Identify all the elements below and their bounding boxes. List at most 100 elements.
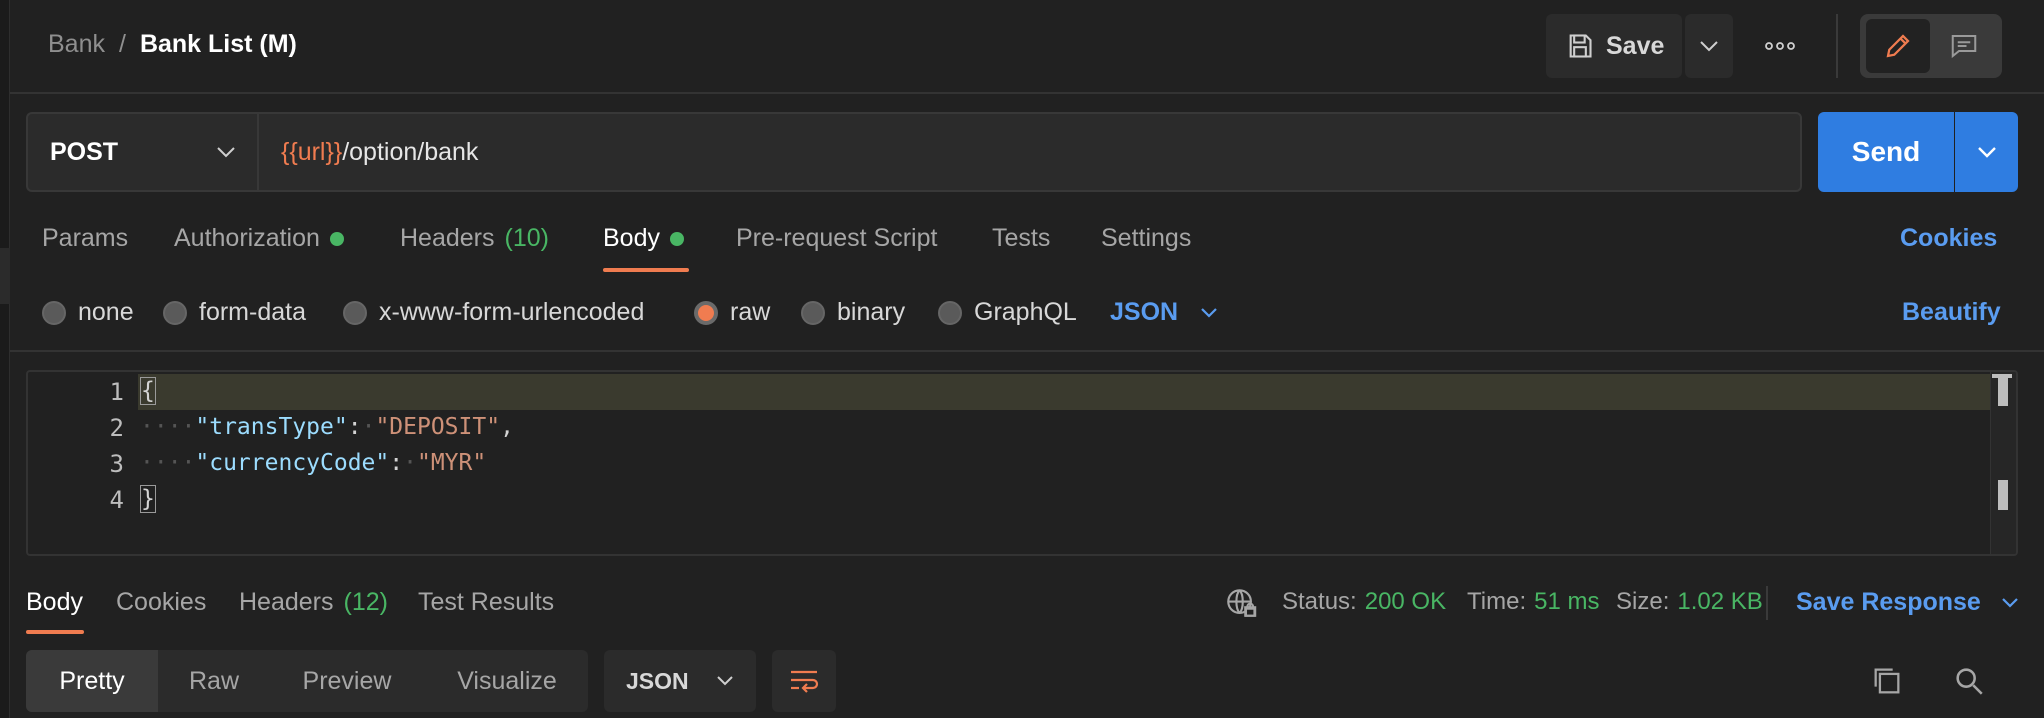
view-preview[interactable]: Preview [280, 650, 414, 712]
pencil-icon [1883, 31, 1913, 61]
radio-binary[interactable]: binary [801, 298, 905, 327]
radio-label: x-www-form-urlencoded [379, 298, 645, 326]
code-line: { [140, 377, 156, 405]
response-format-select[interactable]: JSON [604, 650, 756, 712]
toolbar-divider [1836, 14, 1838, 78]
more-options-button[interactable] [1760, 24, 1800, 68]
json-key: "transType" [195, 414, 348, 440]
save-dropdown-button[interactable] [1685, 14, 1733, 78]
tab-label: Test Results [418, 588, 555, 616]
comments-mode-button[interactable] [1932, 19, 1996, 73]
save-response-button[interactable]: Save Response [1796, 588, 2019, 617]
send-button[interactable]: Send [1818, 112, 1954, 192]
response-tab-test-results[interactable]: Test Results [418, 588, 554, 617]
json-colon: : [389, 450, 404, 476]
line-number: 3 [109, 450, 124, 478]
url-path: /option/bank [342, 137, 479, 166]
status-label: Status: [1282, 588, 1357, 615]
view-pretty[interactable]: Pretty [26, 650, 158, 712]
url-input[interactable]: {{url}}/option/bank [257, 112, 1802, 192]
tab-headers[interactable]: Headers (10) [400, 224, 549, 253]
tab-pre-request-script[interactable]: Pre-request Script [736, 224, 937, 253]
radio-graphql[interactable]: GraphQL [938, 298, 1077, 327]
radio-none[interactable]: none [42, 298, 134, 327]
radio-label: raw [730, 298, 771, 326]
radio-label: GraphQL [974, 298, 1077, 326]
floppy-icon [1566, 32, 1594, 60]
json-colon: : [347, 414, 362, 440]
breadcrumb: Bank / Bank List (M) [48, 30, 297, 59]
radio-circle [42, 300, 66, 325]
more-icon [1765, 41, 1795, 51]
scrollbar-thumb[interactable] [1998, 376, 2008, 406]
response-tab-cookies[interactable]: Cookies [116, 588, 206, 617]
copy-icon [1870, 664, 1906, 698]
radio-label: none [78, 298, 134, 326]
request-title[interactable]: Bank List (M) [140, 30, 297, 59]
radio-circle [163, 300, 187, 325]
response-tab-headers[interactable]: Headers (12) [239, 588, 388, 617]
beautify-button[interactable]: Beautify [1902, 298, 2001, 327]
tab-params[interactable]: Params [42, 224, 128, 253]
size-label: Size: [1616, 588, 1670, 615]
code-line: } [140, 485, 156, 513]
json-key: "currencyCode" [195, 450, 390, 476]
size-value: 1.02 KB [1677, 588, 1763, 615]
radio-label: form-data [199, 298, 306, 326]
radio-x-www-form-urlencoded[interactable]: x-www-form-urlencoded [343, 298, 644, 327]
wrap-lines-icon [788, 668, 820, 694]
section-divider [10, 350, 2044, 352]
copy-button[interactable] [1870, 664, 1906, 700]
response-status[interactable]: Status: 200 OK [1282, 588, 1446, 616]
globe-lock-icon[interactable] [1224, 586, 1258, 620]
wrap-lines-button[interactable] [772, 650, 836, 712]
json-comma: , [500, 414, 514, 440]
save-response-label: Save Response [1796, 588, 1981, 616]
save-button[interactable]: Save [1546, 14, 1682, 78]
time-label: Time: [1467, 588, 1527, 615]
tab-body[interactable]: Body [603, 224, 684, 253]
view-visualize[interactable]: Visualize [436, 650, 578, 712]
method-select[interactable]: POST [26, 112, 258, 192]
request-body-editor[interactable]: 1 2 3 4 { ····"transType":·"DEPOSIT", ··… [26, 370, 2018, 556]
sidebar-collapse-handle[interactable] [0, 248, 10, 304]
line-number: 2 [109, 414, 124, 442]
chevron-down-icon [216, 146, 236, 158]
tab-count: (12) [343, 588, 388, 616]
radio-form-data[interactable]: form-data [163, 298, 306, 327]
tab-count: (10) [504, 224, 549, 252]
tab-label: Authorization [174, 224, 320, 252]
status-dot [669, 231, 684, 246]
search-button[interactable] [1952, 664, 1988, 700]
space-marker: · [361, 414, 376, 440]
format-label: JSON [626, 667, 689, 694]
chevron-down-icon [1200, 307, 1218, 319]
radio-circle-selected [694, 300, 718, 325]
format-label: JSON [1110, 298, 1179, 326]
tab-label: Settings [1101, 224, 1192, 252]
meta-divider [1766, 586, 1768, 620]
send-dropdown-button[interactable] [1955, 112, 2018, 192]
radio-raw[interactable]: raw [694, 298, 770, 327]
response-time[interactable]: Time: 51 ms [1467, 588, 1599, 616]
json-value: "DEPOSIT" [375, 414, 501, 440]
tab-label: Body [603, 224, 660, 252]
status-value: 200 OK [1364, 588, 1447, 615]
response-size[interactable]: Size: 1.02 KB [1616, 588, 1763, 616]
active-tab-indicator [26, 630, 84, 634]
body-format-select[interactable]: JSON [1110, 298, 1218, 327]
tab-tests[interactable]: Tests [992, 224, 1050, 253]
edit-mode-button[interactable] [1866, 19, 1930, 73]
radio-label: binary [837, 298, 906, 326]
response-tab-body[interactable]: Body [26, 588, 83, 617]
json-value: "MYR" [416, 450, 487, 476]
editor-scrollbar[interactable] [1990, 372, 2016, 554]
cookies-link[interactable]: Cookies [1900, 224, 1997, 253]
view-raw[interactable]: Raw [158, 650, 270, 712]
line-number: 4 [109, 486, 124, 514]
chevron-down-icon [1699, 40, 1719, 52]
tab-authorization[interactable]: Authorization [174, 224, 344, 253]
time-value: 51 ms [1534, 588, 1600, 615]
breadcrumb-root[interactable]: Bank [48, 30, 105, 59]
tab-settings[interactable]: Settings [1101, 224, 1191, 253]
